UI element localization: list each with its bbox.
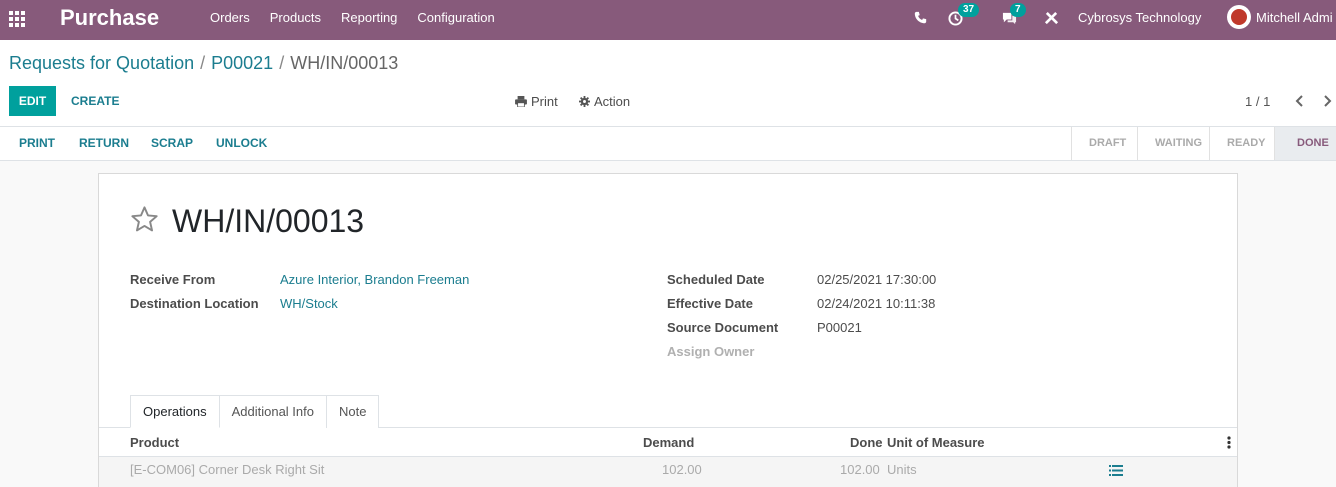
- column-demand[interactable]: Demand: [643, 435, 694, 450]
- row-done: 102.00: [840, 462, 880, 477]
- avatar[interactable]: [1227, 5, 1251, 29]
- row-product: [E-COM06] Corner Desk Right Sit: [130, 462, 325, 477]
- destination-location-value[interactable]: WH/Stock: [280, 296, 338, 311]
- list-detail-icon[interactable]: [1109, 464, 1123, 479]
- scheduled-date-label: Scheduled Date: [667, 272, 765, 287]
- gear-icon: [579, 95, 590, 107]
- tab-note[interactable]: Note: [326, 395, 380, 428]
- print-label: Print: [531, 93, 558, 109]
- activity-badge: 37: [958, 3, 980, 17]
- menu-configuration[interactable]: Configuration: [407, 0, 504, 40]
- stage-bar: DRAFT WAITING READY DONE: [1071, 127, 1336, 160]
- phone-icon[interactable]: [914, 11, 927, 27]
- stage-done[interactable]: DONE: [1274, 127, 1336, 160]
- star-icon[interactable]: [130, 205, 159, 236]
- effective-date-value[interactable]: 02/24/2021 10:11:38: [817, 296, 935, 311]
- tab-operations[interactable]: Operations: [130, 395, 220, 428]
- tab-additional-info[interactable]: Additional Info: [218, 395, 327, 428]
- stage-draft[interactable]: DRAFT: [1071, 127, 1137, 160]
- assign-owner-label: Assign Owner: [667, 344, 755, 359]
- source-document-label: Source Document: [667, 320, 779, 335]
- scrap-button[interactable]: SCRAP: [151, 127, 193, 160]
- notebook-tabs: Operations Additional Info Note: [130, 395, 380, 428]
- chevron-right-icon[interactable]: [1322, 86, 1332, 116]
- print-dropdown[interactable]: Print: [515, 86, 558, 116]
- clock-icon[interactable]: 37: [948, 3, 980, 29]
- record-title: WH/IN/00013: [172, 203, 365, 239]
- source-document-value[interactable]: P00021: [817, 320, 862, 335]
- form-statusbar: PRINT RETURN SCRAP UNLOCK DRAFT WAITING …: [0, 127, 1336, 161]
- pager-value[interactable]: 1 / 1: [1245, 86, 1270, 116]
- action-label: Action: [594, 93, 631, 109]
- menu-orders[interactable]: Orders: [200, 0, 260, 40]
- scheduled-date-value[interactable]: 02/25/2021 17:30:00: [817, 272, 936, 287]
- return-button[interactable]: RETURN: [79, 127, 129, 160]
- app-brand[interactable]: Purchase: [60, 5, 159, 31]
- print-button[interactable]: PRINT: [19, 127, 55, 160]
- column-unit-of-measure[interactable]: Unit of Measure: [887, 435, 985, 450]
- message-badge: 7: [1010, 3, 1026, 17]
- stage-ready[interactable]: READY: [1209, 127, 1274, 160]
- menu-reporting[interactable]: Reporting: [331, 0, 407, 40]
- stage-waiting[interactable]: WAITING: [1137, 127, 1209, 160]
- breadcrumb-rfq[interactable]: Requests for Quotation: [9, 53, 194, 73]
- chat-icon[interactable]: 7: [1001, 3, 1026, 29]
- apps-grid-icon[interactable]: [9, 11, 27, 27]
- chevron-left-icon[interactable]: [1295, 86, 1305, 116]
- column-done[interactable]: Done: [850, 435, 883, 450]
- action-dropdown[interactable]: Action: [579, 86, 630, 116]
- receive-from-value[interactable]: Azure Interior, Brandon Freeman: [280, 272, 469, 287]
- breadcrumb-po[interactable]: P00021: [211, 53, 273, 73]
- column-product[interactable]: Product: [130, 435, 179, 450]
- receive-from-label: Receive From: [130, 272, 216, 287]
- effective-date-label: Effective Date: [667, 296, 753, 311]
- tools-icon[interactable]: [1044, 11, 1059, 29]
- main-menu: Orders Products Reporting Configuration: [200, 0, 505, 40]
- row-uom: Units: [887, 462, 917, 477]
- edit-button[interactable]: EDIT: [9, 86, 56, 116]
- top-navbar: Purchase Orders Products Reporting Confi…: [0, 0, 1336, 40]
- destination-location-label: Destination Location: [130, 296, 259, 311]
- user-menu[interactable]: Mitchell Admi: [1256, 10, 1333, 25]
- breadcrumb-current: WH/IN/00013: [290, 53, 399, 73]
- create-button[interactable]: CREATE: [71, 86, 119, 116]
- row-demand: 102.00: [662, 462, 702, 477]
- breadcrumb: Requests for Quotation / P00021/WH/IN/0001…: [9, 53, 399, 73]
- kebab-icon[interactable]: [1227, 436, 1231, 452]
- menu-products[interactable]: Products: [260, 0, 331, 40]
- control-panel: Requests for Quotation / P00021/WH/IN/0001…: [0, 40, 1336, 127]
- form-sheet: WH/IN/00013 Receive From Azure Interior,…: [98, 173, 1238, 487]
- company-switcher[interactable]: Cybrosys Technology: [1078, 10, 1201, 25]
- printer-icon: [515, 95, 527, 107]
- unlock-button[interactable]: UNLOCK: [216, 127, 267, 160]
